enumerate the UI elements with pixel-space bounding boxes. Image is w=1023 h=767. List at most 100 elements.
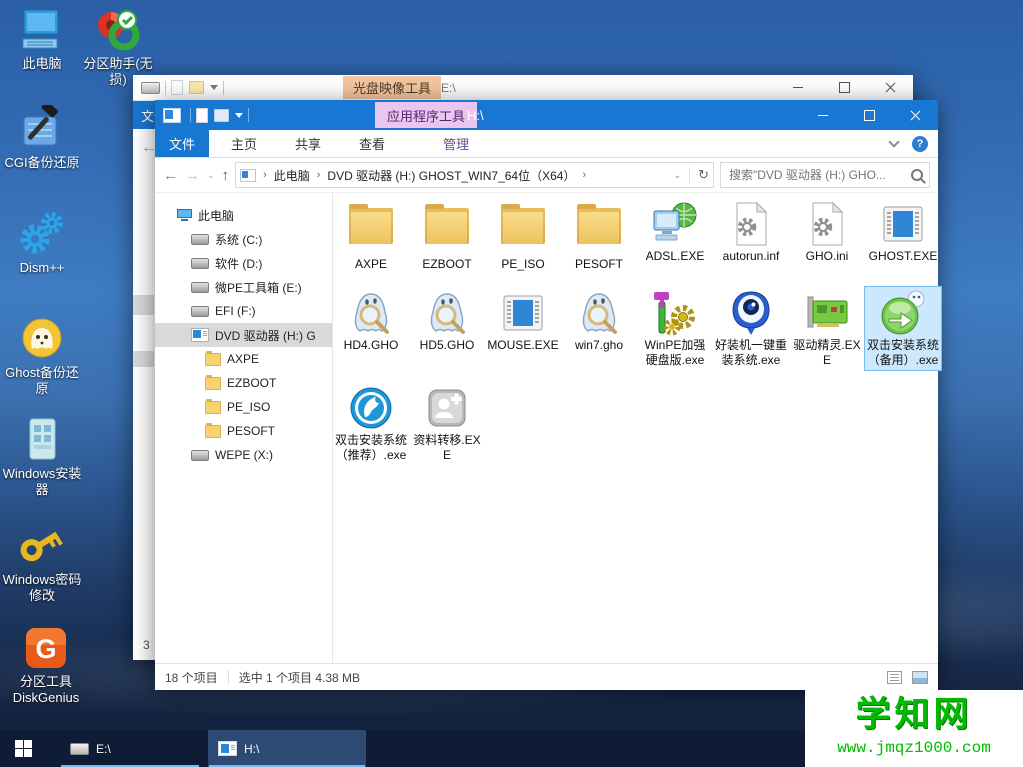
tree-item-ezboot[interactable]: EZBOOT — [155, 371, 332, 395]
file-item[interactable]: EZBOOT — [409, 198, 485, 274]
search-box[interactable] — [720, 162, 930, 188]
search-input[interactable] — [727, 167, 907, 183]
drive-icon — [70, 743, 89, 755]
ribbon-collapse-icon[interactable] — [888, 136, 899, 147]
file-name: 双击安装系统（备用）.exe — [865, 337, 941, 370]
desktop-icon-windows-installer[interactable]: Windows安装器 — [0, 416, 84, 498]
file-item[interactable]: GHO.ini — [789, 198, 865, 274]
file-item[interactable]: WinPE加强硬盘版.exe — [637, 287, 713, 370]
maximize-button[interactable] — [821, 75, 867, 100]
file-item[interactable]: GHOST.EXE — [865, 198, 941, 274]
tree-item-dvd-drive-h[interactable]: DVD 驱动器 (H:) G — [155, 323, 332, 347]
forward-arrow-icon[interactable]: → — [185, 167, 200, 184]
file-item[interactable]: autorun.inf — [713, 198, 789, 274]
desktop-icon-label: Ghost备份还原 — [0, 365, 84, 397]
tree-item-pe-iso[interactable]: PE_ISO — [155, 395, 332, 419]
tree-item-this-pc[interactable]: 此电脑 — [155, 203, 332, 227]
tree-item-drive-f[interactable]: EFI (F:) — [155, 299, 332, 323]
dvd-drive-icon — [218, 741, 237, 756]
desktop-icon-dism[interactable]: Dism++ — [0, 210, 84, 276]
close-button[interactable] — [867, 75, 913, 100]
breadcrumb-this-pc[interactable]: 此电脑 — [274, 167, 310, 184]
taskbar-item-e-drive[interactable]: E:\ — [60, 730, 200, 767]
desktop-icon-diskgenius[interactable]: G 分区工具DiskGenius — [0, 624, 92, 706]
close-button[interactable] — [892, 100, 938, 130]
desktop: 此电脑 分区助手(无损) CGI备份还原 Dism++ Ghost备份还原 Wi… — [0, 0, 1023, 767]
explorer-window-h[interactable]: 应用程序工具 H:\ 文件 主页 共享 查看 管理 ? ← → ⌄ — [155, 100, 938, 690]
details-view-icon[interactable] — [887, 671, 902, 684]
explorer-app-icon — [163, 108, 181, 123]
file-name: PE_ISO — [485, 256, 561, 274]
folder-icon[interactable] — [189, 81, 204, 94]
qat-dropdown-icon[interactable] — [235, 113, 243, 118]
desktop-icon-label: CGI备份还原 — [0, 155, 84, 171]
file-item[interactable]: ADSL.EXE — [637, 198, 713, 274]
file-name: HD4.GHO — [333, 337, 409, 355]
desktop-icon-ghost-backup[interactable]: Ghost备份还原 — [0, 315, 84, 397]
file-item[interactable]: 双击安装系统（推荐）.exe — [333, 382, 409, 465]
qat-dropdown-icon[interactable] — [210, 85, 218, 90]
file-item[interactable]: HD5.GHO — [409, 287, 485, 370]
search-icon[interactable] — [911, 169, 923, 181]
watermark-url: www.jmqz1000.com — [805, 738, 1023, 758]
tree-item-wepe-x[interactable]: WEPE (X:) — [155, 443, 332, 467]
back-window-titlebar[interactable]: 光盘映像工具 E:\ — [133, 75, 913, 101]
desktop-icon-label: 分区工具DiskGenius — [0, 674, 92, 706]
tree-item-pesoft[interactable]: PESOFT — [155, 419, 332, 443]
application-tools-tab[interactable]: 应用程序工具 — [375, 102, 477, 128]
file-item[interactable]: PE_ISO — [485, 198, 561, 274]
new-item-icon[interactable] — [171, 80, 183, 95]
key-icon — [18, 522, 66, 570]
minimize-button[interactable] — [775, 75, 821, 100]
tab-manage[interactable]: 管理 — [429, 130, 483, 157]
tab-view[interactable]: 查看 — [345, 130, 399, 157]
minimize-button[interactable] — [800, 100, 846, 130]
folder-icon[interactable] — [214, 109, 229, 122]
file-item[interactable]: MOUSE.EXE — [485, 287, 561, 370]
ghost-file-icon — [347, 289, 395, 337]
file-item-selected[interactable]: 双击安装系统（备用）.exe — [865, 287, 941, 370]
address-dropdown-icon[interactable]: ⌄ — [674, 170, 682, 181]
start-button[interactable] — [0, 730, 46, 767]
tree-item-drive-e[interactable]: 微PE工具箱 (E:) — [155, 275, 332, 299]
navigation-pane[interactable]: 此电脑 系统 (C:) 软件 (D:) 微PE工具箱 (E:) EFI (F:)… — [155, 193, 333, 663]
file-item[interactable]: 驱动精灵.EXE — [789, 287, 865, 370]
this-pc-icon — [18, 6, 66, 54]
taskbar-item-h-drive[interactable]: H:\ — [208, 730, 366, 767]
back-arrow-icon[interactable]: ← — [163, 167, 178, 184]
file-item[interactable]: HD4.GHO — [333, 287, 409, 370]
help-icon[interactable]: ? — [912, 136, 928, 152]
desktop-icon-this-pc[interactable]: 此电脑 — [0, 6, 84, 72]
file-item[interactable]: 资料转移.EXE — [409, 382, 485, 465]
thumbnail-view-icon[interactable] — [912, 671, 928, 684]
front-window-title: H:\ — [467, 100, 484, 130]
tab-share[interactable]: 共享 — [281, 130, 335, 157]
tools-icon — [651, 289, 699, 337]
drive-icon — [191, 450, 209, 461]
file-item[interactable]: PESOFT — [561, 198, 637, 274]
cgi-backup-icon — [18, 105, 66, 153]
desktop-icon-windows-password[interactable]: Windows密码修改 — [0, 522, 84, 604]
file-item[interactable]: win7.gho — [561, 287, 637, 370]
file-item[interactable]: 好装机一键重装系统.exe — [713, 287, 789, 370]
breadcrumb-dvd-drive[interactable]: DVD 驱动器 (H:) GHOST_WIN7_64位（X64） — [327, 167, 575, 184]
tab-file[interactable]: 文件 — [155, 130, 209, 157]
desktop-icon-cgi-backup[interactable]: CGI备份还原 — [0, 105, 84, 171]
disc-image-tools-tab[interactable]: 光盘映像工具 — [343, 76, 441, 99]
up-arrow-icon[interactable]: ↑ — [222, 167, 230, 184]
tree-item-drive-d[interactable]: 软件 (D:) — [155, 251, 332, 275]
tree-item-axpe[interactable]: AXPE — [155, 347, 332, 371]
refresh-icon[interactable]: ↻ — [698, 167, 709, 183]
drive-icon — [141, 82, 160, 94]
new-item-icon[interactable] — [196, 108, 208, 123]
dvd-drive-icon — [191, 328, 209, 342]
file-item[interactable]: AXPE — [333, 198, 409, 274]
tree-item-drive-c[interactable]: 系统 (C:) — [155, 227, 332, 251]
tab-home[interactable]: 主页 — [217, 130, 271, 157]
drive-icon — [191, 234, 209, 245]
address-bar[interactable]: › 此电脑 › DVD 驱动器 (H:) GHOST_WIN7_64位（X64）… — [235, 162, 714, 188]
maximize-button[interactable] — [846, 100, 892, 130]
file-list[interactable]: AXPE EZBOOT PE_ISO PESOFT ADSL.EXE autor… — [333, 193, 938, 663]
recent-locations-icon[interactable]: ⌄ — [207, 170, 215, 181]
front-window-titlebar[interactable]: 应用程序工具 H:\ — [155, 100, 938, 130]
